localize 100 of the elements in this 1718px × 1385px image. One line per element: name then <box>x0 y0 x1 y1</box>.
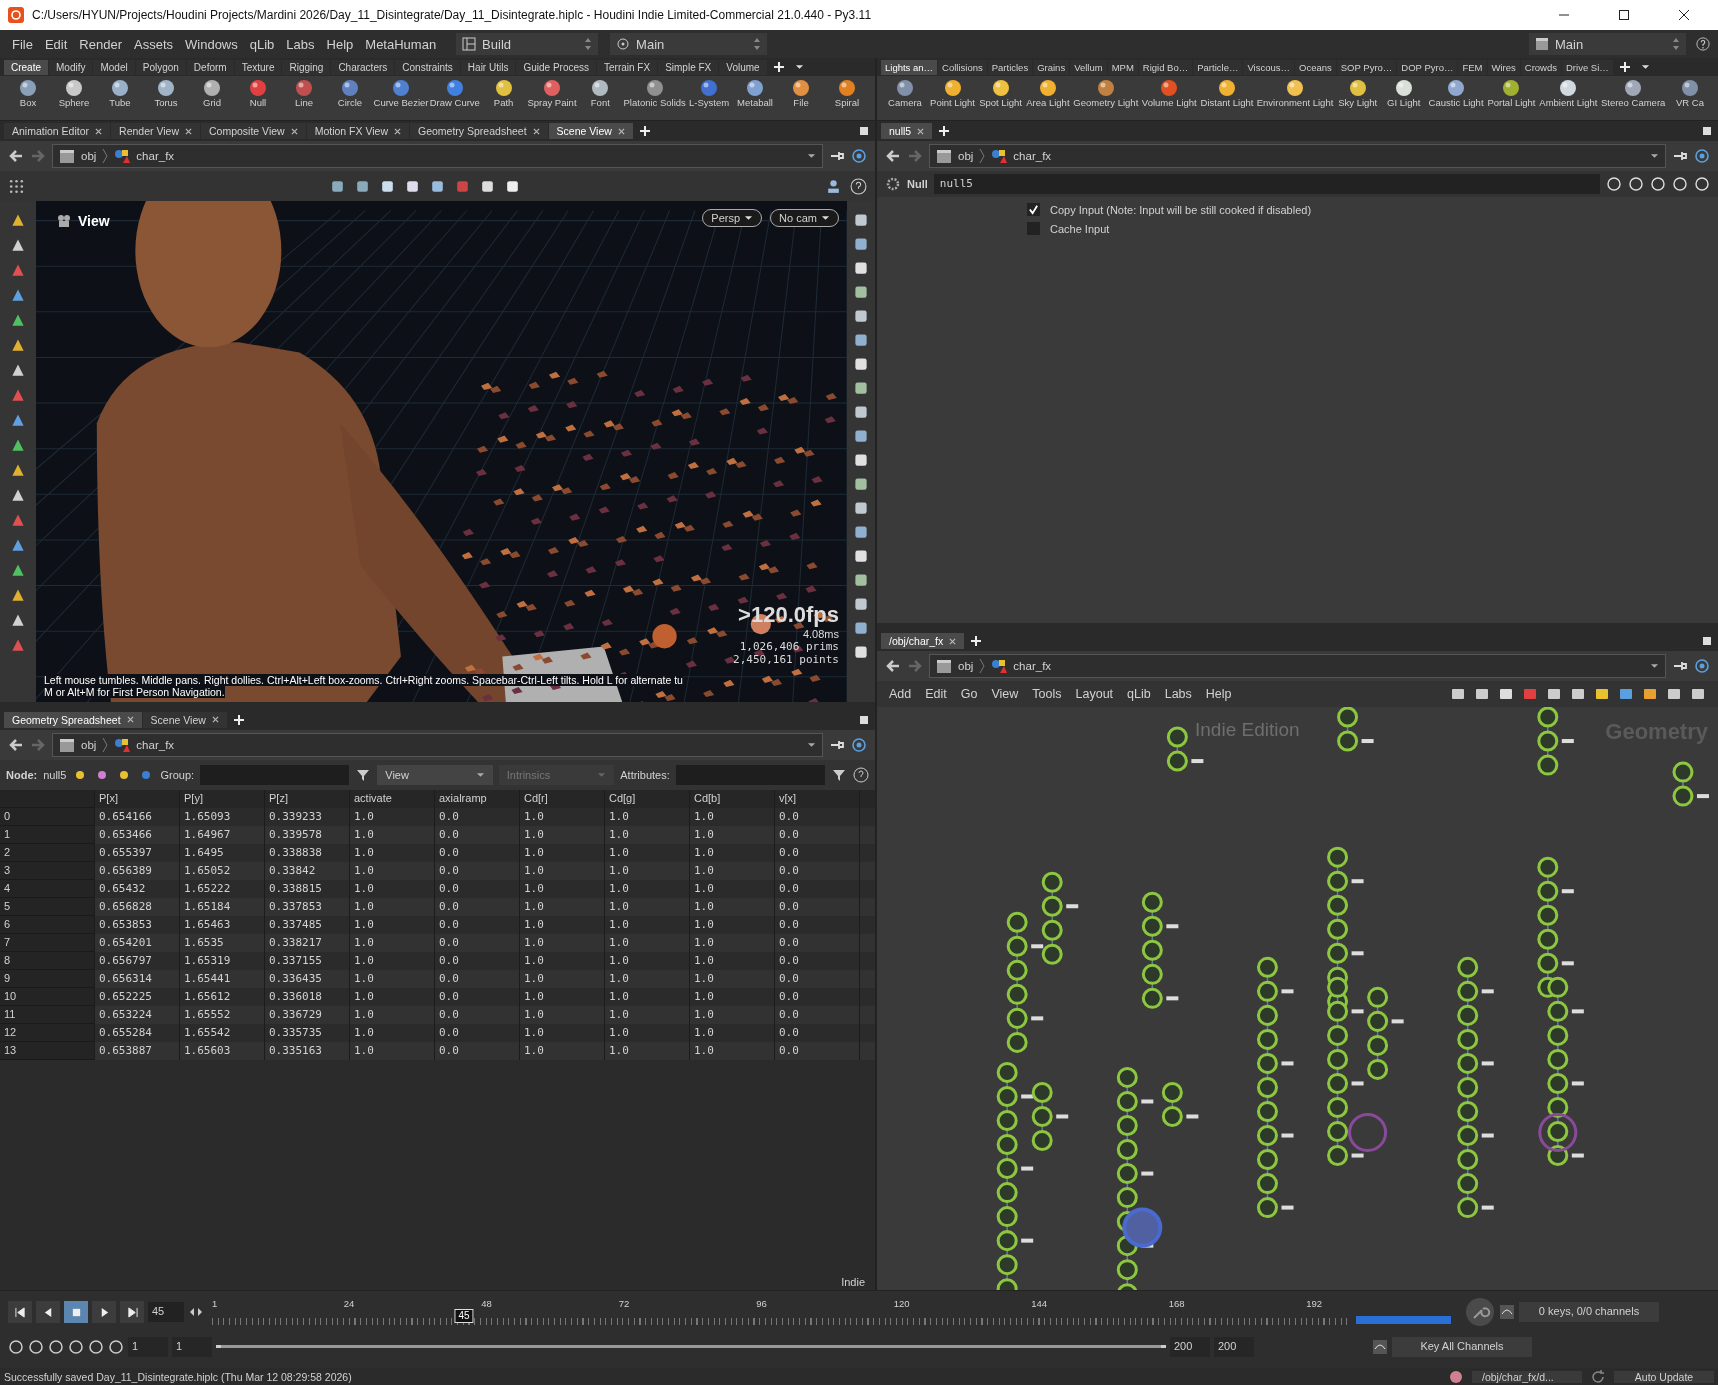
update-mode-dropdown[interactable]: Auto Update <box>1614 1370 1714 1383</box>
shelf-tool[interactable]: Sphere <box>52 78 96 108</box>
pane-tab[interactable]: Geometry Spreadsheet <box>410 123 548 139</box>
context-dropdown[interactable]: Main <box>610 33 768 55</box>
shelf-tool[interactable]: Curve Bezier <box>374 78 428 108</box>
column-header[interactable]: v[x] <box>775 789 860 808</box>
shelf-tool[interactable]: Point Light <box>929 78 977 108</box>
menu-item[interactable]: MetaHuman <box>365 36 437 52</box>
shelf-tab[interactable]: SOP Pyro… <box>1336 59 1397 75</box>
shelf-tool[interactable]: Distant Light <box>1199 78 1255 108</box>
shelf-tab[interactable]: Drive Si… <box>1562 59 1613 75</box>
range-start-field[interactable]: 1 <box>128 1336 168 1357</box>
shelf-tool[interactable]: Metaball <box>733 78 777 108</box>
camera-menu[interactable]: No cam <box>770 209 839 227</box>
shelf-tool[interactable]: Environment Light <box>1256 78 1334 108</box>
pane-tab[interactable]: Motion FX View <box>306 123 409 139</box>
view-dropdown[interactable]: View <box>377 764 493 785</box>
column-header[interactable]: axialramp <box>435 789 520 808</box>
shelf-tool[interactable]: Spiral <box>825 78 869 108</box>
shelf-tab[interactable]: Modify <box>49 59 93 75</box>
shelf-tab[interactable]: FEM <box>1458 59 1487 75</box>
menu-item[interactable]: Assets <box>134 36 173 52</box>
menu-item[interactable]: Help <box>1205 687 1232 701</box>
shelf-tool[interactable]: Tube <box>98 78 142 108</box>
shelf-tab[interactable]: Simple FX <box>658 59 719 75</box>
shelf-tab[interactable]: Viscous… <box>1243 59 1295 75</box>
menu-item[interactable]: Add <box>889 687 912 701</box>
menu-item[interactable]: Layout <box>1075 687 1114 701</box>
playback-start-field[interactable]: 1 <box>172 1336 212 1357</box>
shelf-tab[interactable]: Guide Process <box>516 59 596 75</box>
shelf-tool[interactable]: Sky Light <box>1335 78 1380 108</box>
shelf-tool[interactable]: Grid <box>190 78 234 108</box>
path-field[interactable]: obj char_fx <box>52 144 823 168</box>
shelf-tool[interactable]: Portal Light <box>1486 78 1537 108</box>
column-header[interactable]: Cd[b] <box>690 789 775 808</box>
shelf-tab[interactable]: Vellum <box>1070 59 1107 75</box>
shelf-tab[interactable]: Volume <box>719 59 767 75</box>
shelf-tab[interactable]: MPM <box>1107 59 1138 75</box>
shelf-tab[interactable]: Terrain FX <box>597 59 658 75</box>
shelf-tab[interactable]: Lights an… <box>881 59 938 75</box>
desktop-dropdown[interactable]: Build <box>456 33 599 55</box>
projection-menu[interactable]: Persp <box>702 209 763 227</box>
shelf-tool[interactable]: Ambient Light <box>1538 78 1599 108</box>
shelf-tab[interactable]: Particle… <box>1193 59 1243 75</box>
menu-item[interactable]: qLib <box>249 36 275 52</box>
menu-item[interactable]: Render <box>79 36 122 52</box>
context-dropdown[interactable]: Main <box>1529 33 1686 55</box>
pane-tab[interactable]: /obj/char_fx <box>881 633 965 649</box>
menu-item[interactable]: Edit <box>44 36 68 52</box>
column-header[interactable]: P[y] <box>180 789 265 808</box>
shelf-tool[interactable]: Path <box>481 78 526 108</box>
column-header[interactable]: Cd[g] <box>605 789 690 808</box>
shelf-tab[interactable]: Oceans <box>1295 59 1336 75</box>
pane-tab[interactable]: Scene View <box>142 711 227 728</box>
shelf-tool[interactable]: Camera <box>883 78 927 108</box>
shelf-tool[interactable]: Caustic Light <box>1427 78 1485 108</box>
status-path-field[interactable]: /obj/char_fx/d... <box>1472 1370 1582 1383</box>
pane-tab[interactable]: Animation Editor <box>4 123 111 139</box>
range-end-field[interactable]: 200 <box>1214 1336 1254 1357</box>
shelf-tab[interactable]: Collisions <box>938 59 987 75</box>
shelf-tool[interactable]: Box <box>6 78 50 108</box>
playback-end-field[interactable]: 200 <box>1170 1336 1210 1357</box>
shelf-tool[interactable]: Line <box>282 78 326 108</box>
menu-item[interactable]: Labs <box>1164 687 1192 701</box>
menu-item[interactable]: Tools <box>1032 687 1062 701</box>
menu-item[interactable]: Help <box>326 36 354 52</box>
current-frame-marker[interactable]: 45 <box>454 1309 474 1324</box>
shelf-tab[interactable]: Wires <box>1487 59 1520 75</box>
menu-item[interactable]: qLib <box>1127 687 1151 701</box>
shelf-tab[interactable]: Model <box>93 59 135 75</box>
menu-item[interactable]: View <box>991 687 1019 701</box>
shelf-tab[interactable]: Create <box>4 59 48 75</box>
column-header[interactable]: Cd[r] <box>520 789 605 808</box>
shelf-tab[interactable]: Particles <box>987 59 1033 75</box>
menu-item[interactable]: File <box>12 36 33 52</box>
shelf-tool[interactable]: Spot Light <box>978 78 1024 108</box>
shelf-tool[interactable]: Font <box>578 78 623 108</box>
shelf-tab[interactable]: Rigid Bo… <box>1138 59 1193 75</box>
pane-tab[interactable]: Render View <box>111 123 200 139</box>
shelf-tab[interactable]: Constraints <box>395 59 460 75</box>
menu-item[interactable]: Edit <box>925 687 947 701</box>
shelf-tab[interactable]: Crowds <box>1520 59 1561 75</box>
shelf-tab[interactable]: Polygon <box>135 59 186 75</box>
menu-item[interactable]: Windows <box>185 36 238 52</box>
pane-tab[interactable]: null5 <box>881 123 933 139</box>
path-field[interactable]: obj char_fx <box>52 732 823 757</box>
menu-item[interactable]: Go <box>960 687 978 701</box>
keys-dropdown[interactable]: 0 keys, 0/0 channels <box>1519 1302 1659 1323</box>
shelf-tool[interactable]: Torus <box>144 78 188 108</box>
shelf-tool[interactable]: Circle <box>328 78 372 108</box>
shelf-tool[interactable]: VR Ca <box>1668 78 1712 108</box>
pane-tab[interactable]: Scene View <box>548 123 633 139</box>
shelf-tool[interactable]: Geometry Light <box>1072 78 1139 108</box>
shelf-tool[interactable]: Draw Curve <box>429 78 480 108</box>
shelf-tab[interactable]: Texture <box>234 59 282 75</box>
shelf-tab[interactable]: Grains <box>1033 59 1070 75</box>
shelf-tab[interactable]: Characters <box>331 59 395 75</box>
shelf-tab[interactable]: Hair Utils <box>460 59 516 75</box>
path-field[interactable]: obj char_fx <box>929 144 1666 168</box>
node-name-field[interactable]: null5 <box>933 174 1600 194</box>
